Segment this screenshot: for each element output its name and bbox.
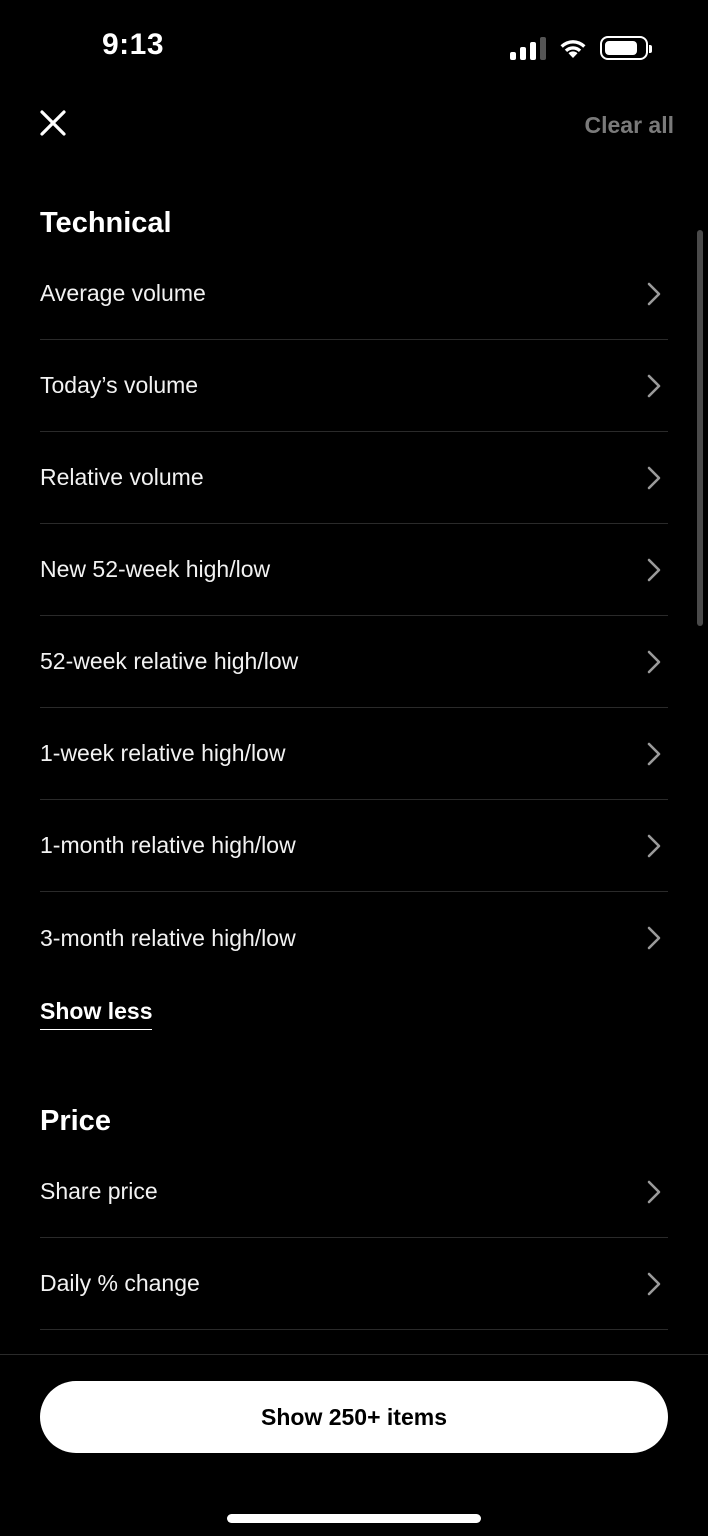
filter-row-label: 3-month relative high/low: [40, 924, 296, 951]
show-items-button[interactable]: Show 250+ items: [40, 1381, 668, 1453]
price-section: Price Share price Daily % change: [40, 1096, 668, 1330]
filter-row-label: Share price: [40, 1178, 158, 1204]
clear-all-button[interactable]: Clear all: [585, 112, 675, 139]
chevron-right-icon: [642, 466, 666, 490]
chevron-right-icon: [642, 834, 666, 858]
scrollbar[interactable]: [697, 230, 703, 626]
close-icon: [40, 110, 66, 136]
section-title-price: Price: [40, 1105, 111, 1137]
close-button[interactable]: [34, 104, 72, 142]
filter-row-label: Relative volume: [40, 464, 204, 490]
chevron-right-icon: [642, 742, 666, 766]
filter-row-3-month-relative-high-low[interactable]: 3-month relative high/low: [40, 892, 668, 984]
chevron-right-icon: [642, 374, 666, 398]
show-less-wrapper: Show less: [40, 998, 668, 1030]
filter-row-1-week-relative-high-low[interactable]: 1-week relative high/low: [40, 708, 668, 800]
filter-row-label: 52-week relative high/low: [40, 648, 299, 674]
filter-row-relative-volume[interactable]: Relative volume: [40, 432, 668, 524]
filter-row-new-52-week-high-low[interactable]: New 52-week high/low: [40, 524, 668, 616]
chevron-right-icon: [642, 282, 666, 306]
home-indicator[interactable]: [227, 1514, 481, 1523]
chevron-right-icon: [642, 1272, 666, 1296]
wifi-icon: [560, 40, 586, 58]
bottom-divider: [0, 1354, 708, 1355]
chevron-right-icon: [642, 926, 666, 950]
filter-row-label: Today’s volume: [40, 372, 199, 398]
status-bar: 9:13: [0, 0, 708, 96]
chevron-right-icon: [642, 558, 666, 582]
filter-row-label: Daily % change: [40, 1270, 200, 1296]
filter-row-52-week-relative-high-low[interactable]: 52-week relative high/low: [40, 616, 668, 708]
status-time: 9:13: [102, 28, 165, 61]
battery-icon: [600, 36, 652, 60]
filter-row-label: 1-week relative high/low: [40, 740, 286, 766]
filter-row-average-volume[interactable]: Average volume: [40, 248, 668, 340]
technical-section: Technical Average volume Today’s volume …: [40, 198, 668, 984]
section-title-technical: Technical: [40, 207, 172, 239]
filter-row-label: 1-month relative high/low: [40, 832, 296, 858]
filter-row-label: New 52-week high/low: [40, 556, 271, 582]
chevron-right-icon: [642, 650, 666, 674]
status-icons: [510, 34, 652, 62]
chevron-right-icon: [642, 1180, 666, 1204]
filter-row-share-price[interactable]: Share price: [40, 1146, 668, 1238]
filter-row-daily-percent-change[interactable]: Daily % change: [40, 1238, 668, 1330]
cellular-signal-icon: [510, 36, 546, 60]
filter-row-todays-volume[interactable]: Today’s volume: [40, 340, 668, 432]
filter-row-1-month-relative-high-low[interactable]: 1-month relative high/low: [40, 800, 668, 892]
show-less-link[interactable]: Show less: [40, 998, 153, 1030]
filter-row-label: Average volume: [40, 280, 206, 306]
